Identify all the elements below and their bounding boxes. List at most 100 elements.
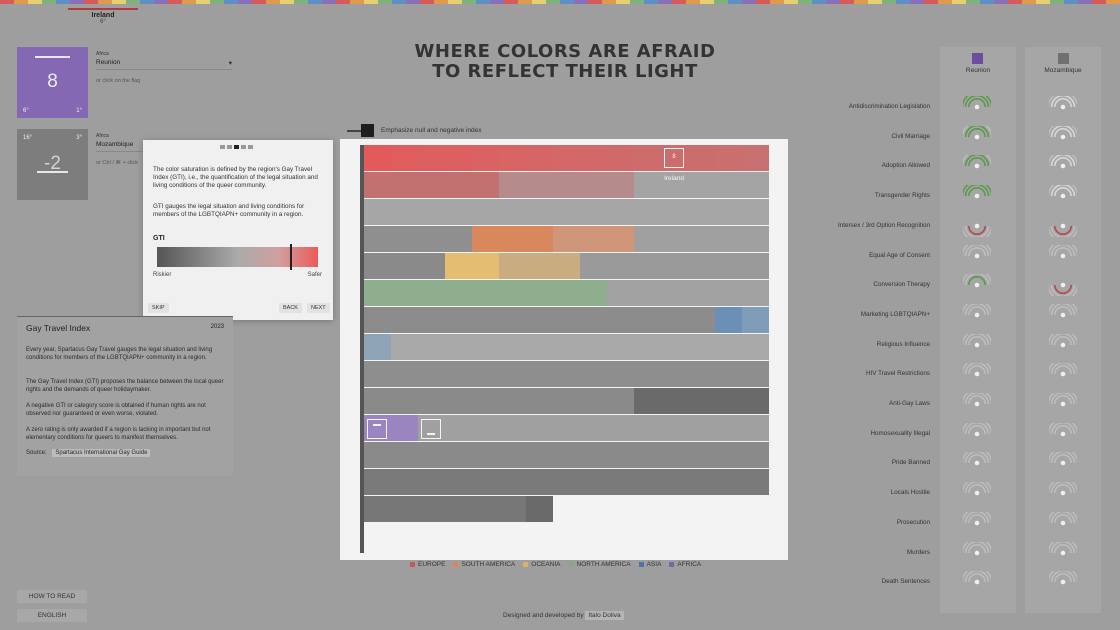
region-cell[interactable] xyxy=(688,469,715,495)
region-cell[interactable] xyxy=(715,280,742,306)
region-cell[interactable] xyxy=(661,361,688,387)
source-link[interactable]: Spartacus International Gay Guide xyxy=(52,449,151,457)
region-cell[interactable] xyxy=(742,145,769,171)
region-cell[interactable] xyxy=(715,415,742,441)
region-cell[interactable] xyxy=(688,442,715,468)
region-cell[interactable] xyxy=(661,307,688,333)
reunion-marker[interactable] xyxy=(367,419,387,439)
region-cell[interactable] xyxy=(472,442,499,468)
region-cell[interactable] xyxy=(580,199,607,225)
region-cell[interactable] xyxy=(661,226,688,252)
region-cell[interactable] xyxy=(661,442,688,468)
region-cell[interactable] xyxy=(526,145,553,171)
region-cell[interactable] xyxy=(553,415,580,441)
region-cell[interactable] xyxy=(445,199,472,225)
region-cell[interactable] xyxy=(445,388,472,414)
region-cell[interactable] xyxy=(634,253,661,279)
region-cell[interactable] xyxy=(364,442,391,468)
legend-item[interactable]: SOUTH AMERICA xyxy=(453,561,515,568)
region-cell[interactable] xyxy=(715,145,742,171)
region-cell[interactable] xyxy=(445,496,472,522)
region-cell[interactable] xyxy=(607,253,634,279)
region-cell[interactable] xyxy=(580,361,607,387)
region-cell[interactable] xyxy=(364,334,391,360)
region-cell[interactable] xyxy=(580,226,607,252)
region-cell[interactable] xyxy=(391,469,418,495)
region-cell[interactable] xyxy=(526,469,553,495)
region-cell[interactable] xyxy=(364,469,391,495)
region-cell[interactable] xyxy=(715,226,742,252)
region-cell[interactable] xyxy=(364,388,391,414)
region-cell[interactable] xyxy=(472,496,499,522)
region-cell[interactable] xyxy=(499,307,526,333)
region-cell[interactable] xyxy=(715,199,742,225)
region-cell[interactable] xyxy=(364,172,391,198)
region-cell[interactable] xyxy=(553,253,580,279)
region-cell[interactable] xyxy=(526,253,553,279)
mozambique-marker[interactable] xyxy=(421,419,441,439)
region-cell[interactable] xyxy=(634,388,661,414)
region-cell[interactable] xyxy=(445,361,472,387)
region-cell[interactable] xyxy=(391,226,418,252)
region-cell[interactable] xyxy=(391,415,418,441)
region-cell[interactable] xyxy=(499,415,526,441)
region-cell[interactable] xyxy=(391,361,418,387)
region-cell[interactable] xyxy=(499,226,526,252)
region-cell[interactable] xyxy=(499,145,526,171)
region-cell[interactable] xyxy=(418,442,445,468)
region-cell[interactable] xyxy=(391,145,418,171)
region-cell[interactable] xyxy=(364,145,391,171)
region-cell[interactable] xyxy=(634,361,661,387)
region-cell[interactable] xyxy=(661,199,688,225)
region-cell[interactable] xyxy=(472,172,499,198)
region-cell[interactable] xyxy=(715,442,742,468)
region-cell[interactable] xyxy=(742,442,769,468)
region-cell[interactable] xyxy=(526,361,553,387)
region-cell[interactable] xyxy=(634,442,661,468)
region-cell[interactable] xyxy=(445,172,472,198)
region-cell[interactable] xyxy=(472,388,499,414)
legend-item[interactable]: ASIA xyxy=(638,561,661,568)
region-cell[interactable] xyxy=(742,469,769,495)
region-cell[interactable] xyxy=(580,280,607,306)
region-cell[interactable] xyxy=(364,496,391,522)
region-cell[interactable] xyxy=(499,280,526,306)
region-cell[interactable] xyxy=(526,226,553,252)
region-cell[interactable] xyxy=(526,334,553,360)
region-cell[interactable] xyxy=(526,442,553,468)
region-cell[interactable] xyxy=(418,307,445,333)
region-cell[interactable] xyxy=(391,496,418,522)
region-cell[interactable] xyxy=(445,442,472,468)
region-cell[interactable] xyxy=(742,388,769,414)
region-cell[interactable] xyxy=(715,253,742,279)
ireland-marker[interactable]: 8 xyxy=(664,148,684,168)
region-cell[interactable] xyxy=(499,199,526,225)
region-cell[interactable] xyxy=(742,253,769,279)
legend-item[interactable]: AFRICA xyxy=(669,561,701,568)
region-cell[interactable] xyxy=(607,199,634,225)
region-cell[interactable] xyxy=(526,172,553,198)
region-cell[interactable] xyxy=(607,172,634,198)
region-cell[interactable] xyxy=(472,226,499,252)
region-cell[interactable] xyxy=(553,226,580,252)
region-cell[interactable] xyxy=(580,334,607,360)
region-cell[interactable] xyxy=(715,361,742,387)
primary-region-dropdown[interactable]: Reunion ▾ xyxy=(96,59,232,70)
region-cell[interactable] xyxy=(364,307,391,333)
region-cell[interactable] xyxy=(391,388,418,414)
region-cell[interactable] xyxy=(688,253,715,279)
region-cell[interactable] xyxy=(634,415,661,441)
language-button[interactable]: ENGLISH xyxy=(17,609,87,622)
region-cell[interactable] xyxy=(445,415,472,441)
region-cell[interactable] xyxy=(688,415,715,441)
region-cell[interactable] xyxy=(661,280,688,306)
region-cell[interactable] xyxy=(526,280,553,306)
region-cell[interactable] xyxy=(607,226,634,252)
region-cell[interactable] xyxy=(688,199,715,225)
region-cell[interactable] xyxy=(688,388,715,414)
region-cell[interactable] xyxy=(445,253,472,279)
region-cell[interactable] xyxy=(553,334,580,360)
region-cell[interactable] xyxy=(364,199,391,225)
region-cell[interactable] xyxy=(445,334,472,360)
region-cell[interactable] xyxy=(634,280,661,306)
